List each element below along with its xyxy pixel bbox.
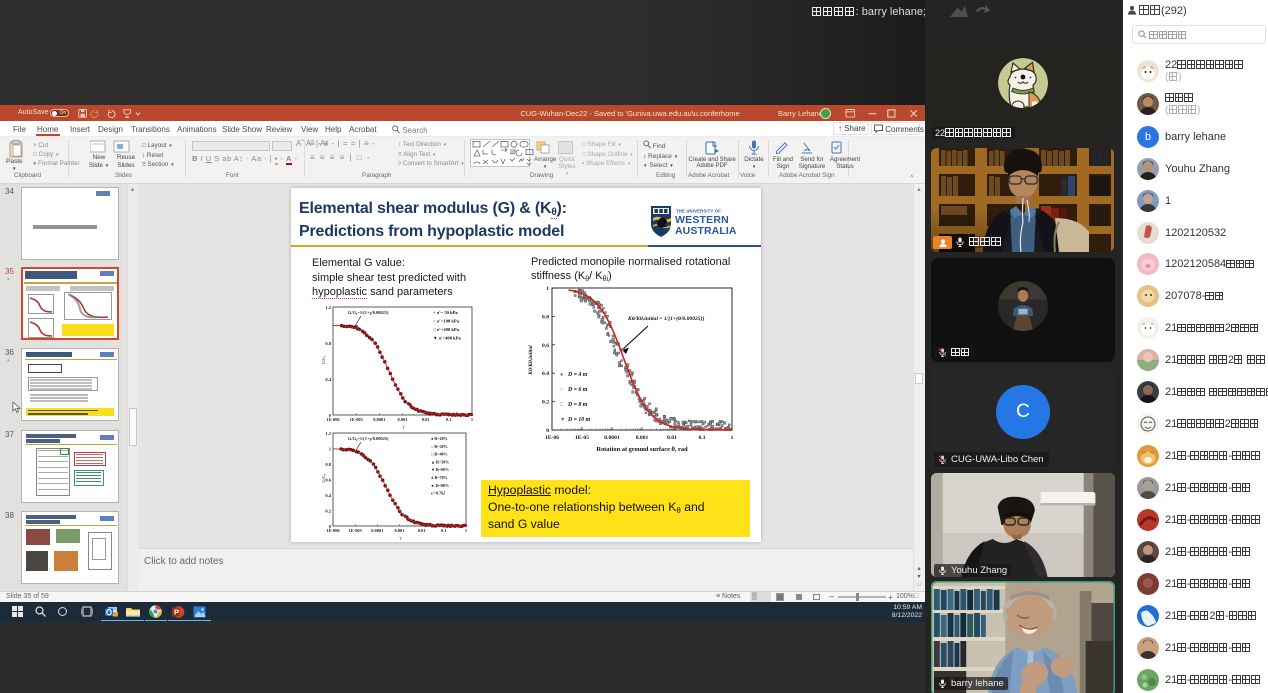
svg-text:▼ σ′=400 kPa: ▼ σ′=400 kPa bbox=[433, 336, 462, 341]
svg-text:Kθ/Kθ,initial = 1/[1+(θ/0.0002: Kθ/Kθ,initial = 1/[1+(θ/0.00025)] bbox=[627, 315, 704, 322]
svg-text:1: 1 bbox=[465, 528, 467, 533]
svg-text:0.0001: 0.0001 bbox=[604, 435, 620, 441]
svg-text:0.0001: 0.0001 bbox=[371, 528, 383, 533]
svg-text:1E-006: 1E-006 bbox=[326, 528, 340, 533]
svg-text:1: 1 bbox=[471, 417, 473, 422]
svg-text:0.6: 0.6 bbox=[325, 478, 331, 483]
svg-text:□ R=40%: □ R=40% bbox=[431, 452, 448, 457]
svg-text:▼ R=60%: ▼ R=60% bbox=[431, 467, 449, 472]
svg-text:0.0001: 0.0001 bbox=[373, 417, 385, 422]
svg-text:0.001: 0.001 bbox=[395, 528, 405, 533]
svg-text:∆ R=70%: ∆ R=70% bbox=[431, 475, 448, 480]
svg-text:0.1: 0.1 bbox=[441, 528, 447, 533]
svg-text:▼: ▼ bbox=[560, 417, 565, 423]
svg-text:0.001: 0.001 bbox=[398, 417, 408, 422]
svg-text:1: 1 bbox=[329, 447, 332, 452]
svg-text:○ R=30%: ○ R=30% bbox=[431, 444, 448, 449]
svg-text:D = 6 m: D = 6 m bbox=[567, 387, 588, 393]
svg-text:G/G₀: G/G₀ bbox=[321, 355, 326, 364]
svg-text:0.2: 0.2 bbox=[542, 400, 549, 406]
svg-text:○: ○ bbox=[560, 387, 563, 393]
svg-text:γ: γ bbox=[400, 536, 403, 540]
svg-text:0.1: 0.1 bbox=[446, 417, 452, 422]
svg-text:●: ● bbox=[560, 372, 563, 378]
svg-text:0.4: 0.4 bbox=[542, 371, 549, 377]
svg-text:1E-005: 1E-005 bbox=[349, 528, 363, 533]
svg-text:D = 10 m: D = 10 m bbox=[567, 417, 591, 423]
svg-text:D = 8 m: D = 8 m bbox=[567, 402, 588, 408]
svg-text:e′=0.762: e′=0.762 bbox=[431, 491, 445, 496]
svg-text:0: 0 bbox=[546, 428, 549, 434]
svg-text:0.8: 0.8 bbox=[325, 462, 331, 467]
svg-text:0.6: 0.6 bbox=[542, 343, 549, 349]
svg-text:□ σ′=200 kPa: □ σ′=200 kPa bbox=[433, 327, 460, 332]
svg-text:► R=80%: ► R=80% bbox=[431, 483, 449, 488]
svg-text:1: 1 bbox=[546, 286, 549, 292]
svg-text:0.01: 0.01 bbox=[667, 435, 677, 441]
svg-text:1: 1 bbox=[731, 435, 734, 441]
svg-text:0.2: 0.2 bbox=[325, 509, 331, 514]
svg-text:0.001: 0.001 bbox=[636, 435, 649, 441]
svg-text:Rotation at ground surface θ,: Rotation at ground surface θ, rad bbox=[596, 446, 688, 453]
svg-text:0.1: 0.1 bbox=[699, 435, 706, 441]
svg-text:○ σ′=100 kPa: ○ σ′=100 kPa bbox=[433, 319, 460, 324]
svg-text:G/G₀=1/(1+γ/0.00025): G/G₀=1/(1+γ/0.00025) bbox=[348, 310, 389, 315]
svg-text:THE UNIVERSITY OF: THE UNIVERSITY OF bbox=[676, 209, 721, 214]
svg-text:1E-005: 1E-005 bbox=[350, 417, 364, 422]
svg-text:1E-05: 1E-05 bbox=[575, 435, 589, 441]
svg-text:1E-006: 1E-006 bbox=[326, 417, 340, 422]
svg-text:1.2: 1.2 bbox=[325, 305, 331, 310]
svg-text:G/G₀=1/(1+γ/0.00025): G/G₀=1/(1+γ/0.00025) bbox=[348, 436, 389, 441]
svg-text:1E-06: 1E-06 bbox=[545, 435, 559, 441]
svg-text:0.01: 0.01 bbox=[422, 417, 430, 422]
svg-text:AUSTRALIA: AUSTRALIA bbox=[675, 225, 737, 237]
svg-text:0.8: 0.8 bbox=[542, 314, 549, 320]
svg-text:1.2: 1.2 bbox=[325, 431, 331, 436]
svg-text:D = 4 m: D = 4 m bbox=[567, 372, 588, 378]
svg-text:● R=20%: ● R=20% bbox=[431, 436, 448, 441]
svg-text:P: P bbox=[174, 608, 179, 617]
svg-text:0.01: 0.01 bbox=[418, 528, 426, 533]
svg-text:+ σ′= 50 kPa: + σ′= 50 kPa bbox=[433, 310, 458, 315]
svg-text:0.4: 0.4 bbox=[325, 377, 331, 382]
svg-text:0.4: 0.4 bbox=[325, 493, 331, 498]
svg-text:0.8: 0.8 bbox=[325, 341, 331, 346]
svg-text:▲ R=50%: ▲ R=50% bbox=[431, 459, 449, 464]
